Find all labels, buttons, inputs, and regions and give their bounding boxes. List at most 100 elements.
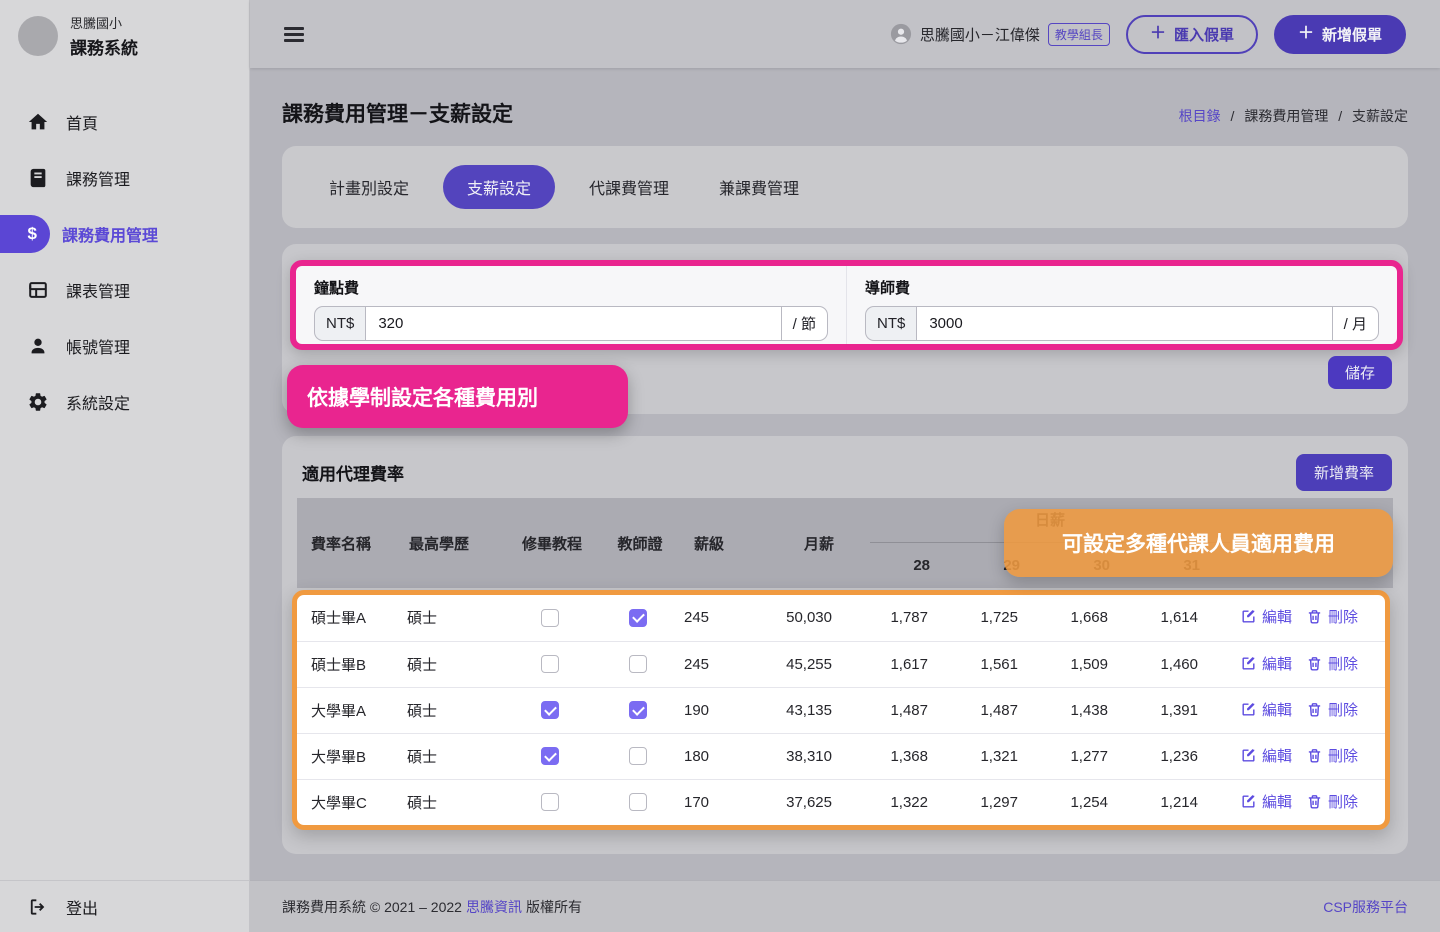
tab-salary-settings[interactable]: 支薪設定 [443,165,555,209]
edit-icon [1240,655,1257,672]
edit-link[interactable]: 編輯 [1240,606,1292,627]
daily-29: 1,725 [958,595,1048,641]
daily-30: 1,509 [1048,641,1138,687]
plus-icon: ＋ [1150,26,1166,42]
edit-link[interactable]: 編輯 [1240,791,1292,812]
delete-link[interactable]: 刪除 [1306,699,1358,720]
tutor-fee-label: 導師費 [865,277,1379,298]
daily-31: 1,391 [1138,687,1228,733]
course-completed-checkbox[interactable] [541,701,559,719]
monthly-salary: 45,255 [748,641,868,687]
course-completed-checkbox[interactable] [541,793,559,811]
daily-30: 1,254 [1048,779,1138,825]
vendor-link[interactable]: 思騰資訊 [466,897,522,917]
delete-link[interactable]: 刪除 [1306,606,1358,627]
rates-table-body: 碩士畢A 碩士 245 50,030 1,787 1,725 1,668 1,6… [297,595,1385,825]
edit-link[interactable]: 編輯 [1240,653,1292,674]
rate-degree: 碩士 [407,595,490,641]
sidebar-item-label: 課務管理 [66,166,130,190]
edit-icon [1240,747,1257,764]
menu-toggle-icon[interactable] [284,27,304,42]
course-completed-checkbox[interactable] [541,747,559,765]
daily-30: 1,438 [1048,687,1138,733]
trash-icon [1306,747,1323,764]
breadcrumb-item: 課務費用管理 [1244,108,1328,124]
tutor-fee-input[interactable] [916,306,1332,341]
delete-link[interactable]: 刪除 [1306,745,1358,766]
rate-degree: 碩士 [407,687,490,733]
role-badge: 教學組長 [1048,23,1110,46]
sidebar-item-account-management[interactable]: 帳號管理 [0,326,249,366]
monthly-salary: 43,135 [748,687,868,733]
daily-28: 1,322 [868,779,958,825]
tab-substitute-fee[interactable]: 代課費管理 [573,165,685,209]
rate-degree: 碩士 [407,779,490,825]
delete-link[interactable]: 刪除 [1306,653,1358,674]
col-teacher-cert: 教師證 [612,498,668,588]
create-leave-button[interactable]: ＋ 新增假單 [1274,15,1406,54]
rate-degree: 碩士 [407,733,490,779]
edit-icon [1240,701,1257,718]
sidebar-item-course-management[interactable]: 課務管理 [0,158,249,198]
rates-table-highlight: 碩士畢A 碩士 245 50,030 1,787 1,725 1,668 1,6… [292,590,1390,830]
sidebar-item-label: 課務費用管理 [62,222,158,246]
salary-grade: 180 [666,733,748,779]
teacher-cert-checkbox[interactable] [629,747,647,765]
rate-name: 大學畢B [297,733,407,779]
hourly-fee-input[interactable] [365,306,781,341]
sidebar-item-system-settings[interactable]: 系統設定 [0,382,249,422]
footer: 課務費用系統 © 2021 – 2022 思騰資訊 版權所有 CSP服務平台 [250,880,1440,932]
rate-name: 碩士畢A [297,595,407,641]
daily-29: 1,297 [958,779,1048,825]
teacher-cert-checkbox[interactable] [629,701,647,719]
col-rate-name: 費率名稱 [297,498,409,588]
rate-degree: 碩士 [407,641,490,687]
tab-parttime-fee[interactable]: 兼課費管理 [703,165,815,209]
daily-28: 1,787 [868,595,958,641]
hourly-fee-label: 鐘點費 [314,277,828,298]
trash-icon [1306,701,1323,718]
delete-link[interactable]: 刪除 [1306,791,1358,812]
sidebar-item-home[interactable]: 首頁 [0,102,249,142]
edit-link[interactable]: 編輯 [1240,745,1292,766]
daily-30: 1,668 [1048,595,1138,641]
tutor-fee-field: 導師費 NT$ / 月 [846,266,1397,344]
salary-grade: 170 [666,779,748,825]
logout-icon [28,897,48,917]
monthly-salary: 38,310 [748,733,868,779]
topbar: 思騰國小－江偉傑 教學組長 ＋ 匯入假單 ＋ 新增假單 [250,0,1440,68]
system-name: 課務系統 [70,34,138,59]
sidebar-item-timetable-management[interactable]: 課表管理 [0,270,249,310]
import-leave-button[interactable]: ＋ 匯入假單 [1126,15,1258,54]
main-area: 思騰國小－江偉傑 教學組長 ＋ 匯入假單 ＋ 新增假單 課務費用管理－支薪設定 … [250,0,1440,932]
col-salary-grade: 薪級 [668,498,750,588]
salary-grade: 190 [666,687,748,733]
teacher-cert-checkbox[interactable] [629,793,647,811]
user-icon [26,334,50,358]
breadcrumb-root-link[interactable]: 根目錄 [1179,108,1221,124]
teacher-cert-checkbox[interactable] [629,609,647,627]
per-period-suffix: / 節 [782,306,828,341]
logout-button[interactable]: 登出 [0,880,249,932]
rate-name: 大學畢A [297,687,407,733]
daily-28: 1,487 [868,687,958,733]
page-title: 課務費用管理－支薪設定 [282,98,513,128]
csp-platform-link[interactable]: CSP服務平台 [1323,897,1408,917]
edit-link[interactable]: 編輯 [1240,699,1292,720]
rate-name: 碩士畢B [297,641,407,687]
tab-plan-settings[interactable]: 計畫別設定 [313,165,425,209]
dollar-icon: $ [0,215,50,253]
course-completed-checkbox[interactable] [541,655,559,673]
course-completed-checkbox[interactable] [541,609,559,627]
edit-icon [1240,608,1257,625]
sidebar-item-course-fee-management[interactable]: $ 課務費用管理 [0,214,249,254]
sidebar-item-label: 帳號管理 [66,334,130,358]
rate-name: 大學畢C [297,779,407,825]
salary-grade: 245 [666,641,748,687]
teacher-cert-checkbox[interactable] [629,655,647,673]
home-icon [26,110,50,134]
content: 課務費用管理－支薪設定 根目錄 / 課務費用管理 / 支薪設定 計畫別設定 支薪… [250,68,1440,880]
add-rate-button[interactable]: 新增費率 [1296,454,1392,491]
save-button[interactable]: 儲存 [1328,356,1392,389]
currency-prefix: NT$ [314,306,365,341]
